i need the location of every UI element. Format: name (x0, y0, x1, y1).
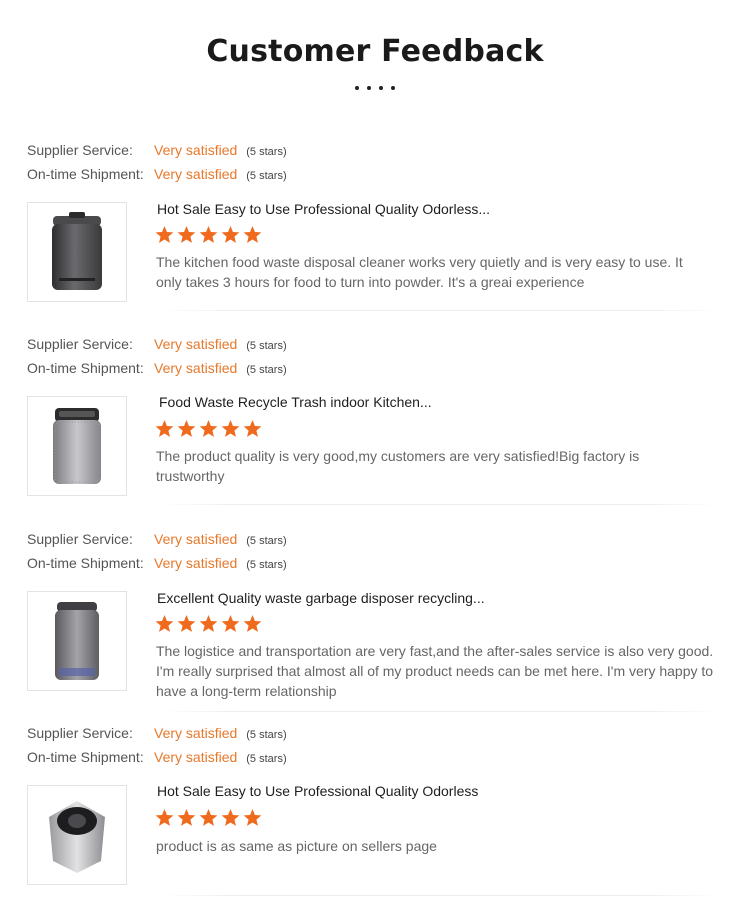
review-comment: The kitchen food waste disposal cleaner … (156, 254, 683, 290)
supplier-service-value: Very satisfied (154, 531, 238, 547)
review-comment: product is as same as picture on sellers… (156, 838, 437, 854)
shipment-value: Very satisfied (154, 749, 238, 765)
shipment-stars-text: (5 stars) (246, 753, 287, 765)
shipment-label: On-time Shipment: (27, 360, 144, 376)
shipment-stars-text: (5 stars) (246, 170, 287, 182)
star-icon (221, 615, 240, 632)
supplier-service-row: Supplier Service: Very satisfied (5 star… (27, 336, 287, 356)
product-thumbnail[interactable] (27, 202, 127, 302)
star-icon (243, 615, 262, 632)
supplier-service-label: Supplier Service: (27, 142, 133, 158)
shipment-value: Very satisfied (154, 555, 238, 571)
review-comment: The logistice and transportation are ver… (156, 643, 714, 699)
star-icon (199, 420, 218, 437)
supplier-service-value: Very satisfied (154, 336, 238, 352)
star-icon (199, 226, 218, 243)
supplier-service-value: Very satisfied (154, 142, 238, 158)
star-icon (155, 615, 174, 632)
review-divider (160, 711, 720, 712)
product-title-link[interactable]: Excellent Quality waste garbage disposer… (157, 590, 485, 606)
review-card: Supplier Service: Very satisfied (5 star… (0, 334, 750, 524)
shipment-stars-text: (5 stars) (246, 364, 287, 376)
shipment-row: On-time Shipment: Very satisfied (5 star… (27, 166, 287, 186)
shipment-label: On-time Shipment: (27, 749, 144, 765)
shipment-row: On-time Shipment: Very satisfied (5 star… (27, 555, 287, 575)
supplier-service-label: Supplier Service: (27, 531, 133, 547)
supplier-service-row: Supplier Service: Very satisfied (5 star… (27, 531, 287, 551)
rating-stars (155, 809, 262, 831)
supplier-service-label: Supplier Service: (27, 725, 133, 741)
star-icon (221, 420, 240, 437)
shipment-label: On-time Shipment: (27, 555, 144, 571)
star-icon (177, 809, 196, 826)
star-icon (243, 809, 262, 826)
supplier-service-stars-text: (5 stars) (246, 729, 287, 741)
star-icon (243, 420, 262, 437)
rating-stars (155, 615, 262, 637)
shipment-row: On-time Shipment: Very satisfied (5 star… (27, 749, 287, 769)
product-title-link[interactable]: Food Waste Recycle Trash indoor Kitchen.… (159, 394, 432, 410)
star-icon (155, 226, 174, 243)
supplier-service-value: Very satisfied (154, 725, 238, 741)
supplier-service-stars-text: (5 stars) (246, 146, 287, 158)
grey-disposer-bin-icon (55, 602, 99, 680)
review-card: Supplier Service: Very satisfied (5 star… (0, 529, 750, 719)
supplier-service-row: Supplier Service: Very satisfied (5 star… (27, 725, 287, 745)
review-card: Supplier Service: Very satisfied (5 star… (0, 140, 750, 330)
dark-trash-bin-icon (52, 212, 102, 290)
star-icon (199, 809, 218, 826)
review-divider (160, 310, 720, 311)
shipment-stars-text: (5 stars) (246, 559, 287, 571)
title-divider-dots (355, 86, 395, 90)
silver-trash-bin-icon (53, 408, 101, 484)
star-icon (221, 809, 240, 826)
open-top-bin-icon (49, 801, 105, 873)
star-icon (221, 226, 240, 243)
product-thumbnail[interactable] (27, 396, 127, 496)
review-card: Supplier Service: Very satisfied (5 star… (0, 723, 750, 913)
star-icon (199, 615, 218, 632)
product-title-link[interactable]: Hot Sale Easy to Use Professional Qualit… (157, 201, 490, 217)
page-title: Customer Feedback (206, 34, 544, 69)
review-divider (160, 895, 720, 896)
shipment-label: On-time Shipment: (27, 166, 144, 182)
star-icon (177, 420, 196, 437)
product-title-link[interactable]: Hot Sale Easy to Use Professional Qualit… (157, 783, 478, 799)
supplier-service-stars-text: (5 stars) (246, 535, 287, 547)
star-icon (243, 226, 262, 243)
review-divider (160, 504, 720, 505)
shipment-value: Very satisfied (154, 166, 238, 182)
star-icon (155, 420, 174, 437)
shipment-value: Very satisfied (154, 360, 238, 376)
star-icon (177, 226, 196, 243)
supplier-service-row: Supplier Service: Very satisfied (5 star… (27, 142, 287, 162)
supplier-service-label: Supplier Service: (27, 336, 133, 352)
rating-stars (155, 420, 262, 442)
rating-stars (155, 226, 262, 248)
review-comment: The product quality is very good,my cust… (156, 448, 640, 484)
product-thumbnail[interactable] (27, 785, 127, 885)
star-icon (177, 615, 196, 632)
star-icon (155, 809, 174, 826)
shipment-row: On-time Shipment: Very satisfied (5 star… (27, 360, 287, 380)
supplier-service-stars-text: (5 stars) (246, 340, 287, 352)
product-thumbnail[interactable] (27, 591, 127, 691)
